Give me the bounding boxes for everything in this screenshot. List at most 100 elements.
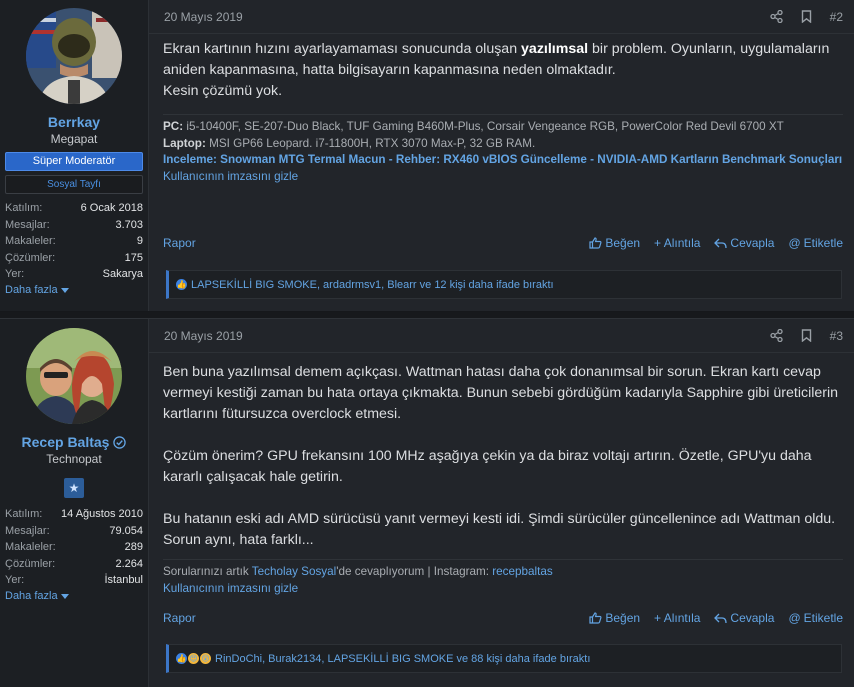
post-number[interactable]: #3 — [830, 329, 843, 343]
post-2: Berrkay Megapat Süper Moderatör Sosyal T… — [0, 0, 854, 312]
share-icon[interactable] — [770, 10, 784, 24]
message-header: 20 Mayıs 2019 #2 — [149, 0, 854, 34]
post-number[interactable]: #2 — [830, 10, 843, 24]
mention-button[interactable]: @ Etiketle — [788, 236, 843, 250]
hide-signature-link[interactable]: Kullanıcının imzasını gizle — [163, 581, 843, 598]
bookmark-icon[interactable] — [800, 10, 814, 24]
sig-links[interactable]: Inceleme: Snowman MTG Termal Macun - Reh… — [163, 152, 843, 167]
stat-label: Çözümler: — [5, 251, 56, 264]
report-link[interactable]: Rapor — [163, 611, 196, 625]
star-badge-icon: ★ — [64, 478, 84, 498]
stat-value: 14 Ağustos 2010 — [61, 508, 143, 520]
post-date[interactable]: 20 Mayıs 2019 — [164, 10, 243, 24]
sig-text: 'de cevaplıyorum | Instagram: — [336, 565, 493, 578]
reactions-bar[interactable]: 👍 LAPSEKİLLİ BIG SMOKE, ardadrmsv1, Bleа… — [166, 270, 842, 299]
more-info-toggle[interactable]: Daha fazla — [5, 590, 143, 602]
user-panel: Recep Baltaş Technopat ★ Katılım: 14 Ağus… — [0, 319, 149, 687]
sig-link-instagram[interactable]: recepbaltas — [492, 565, 552, 578]
stat-value: İstanbul — [104, 574, 143, 587]
quote-button[interactable]: + Alıntıla — [654, 611, 700, 625]
like-reaction-icon: 👍 — [175, 278, 188, 291]
post-actions: Rapor Beğen + Alıntıla Cevapla @ Etiketl… — [163, 611, 843, 625]
message-header: 20 Mayıs 2019 #3 — [149, 319, 854, 353]
reactions-summary[interactable]: RinDoChi, Burak2134, LAPSEKİLLİ BIG SMOK… — [215, 653, 590, 665]
chevron-down-icon — [60, 593, 69, 599]
stat-label: Makaleler: — [5, 541, 56, 554]
username-text[interactable]: Berrkay — [48, 114, 100, 130]
bookmark-icon[interactable] — [800, 329, 814, 343]
reaction-icons: 👍 😍 😲 — [175, 652, 212, 665]
banner-super-moderator: Süper Moderatör — [5, 152, 143, 171]
sig-pc: i5-10400F, SE-207-Duo Black, TUF Gaming … — [186, 120, 784, 133]
message-content: 20 Mayıs 2019 #2 Ekran kartının hızını a… — [149, 0, 854, 311]
stat-label: Yer: — [5, 574, 25, 587]
mention-label[interactable]: Etiketle — [804, 236, 843, 250]
avatar[interactable] — [26, 8, 122, 104]
stat-value: 175 — [124, 251, 143, 264]
report-link[interactable]: Rapor — [163, 236, 196, 250]
body-text: Ekran kartının hızını ayarlayamaması son… — [163, 41, 522, 57]
username-text[interactable]: Recep Baltaş — [22, 434, 110, 450]
thumbs-up-icon — [589, 237, 602, 249]
quote-button[interactable]: + Alıntıla — [654, 236, 700, 250]
stat-label: Makaleler: — [5, 235, 56, 248]
stat-label: Yer: — [5, 268, 25, 281]
mention-button[interactable]: @ Etiketle — [788, 611, 843, 625]
body-text: Kesin çözümü yok. — [163, 83, 283, 99]
reactions-bar[interactable]: 👍 😍 😲 RinDoChi, Burak2134, LAPSEKİLLİ BI… — [166, 644, 842, 673]
more-info-label[interactable]: Daha fazla — [5, 590, 58, 602]
reply-button[interactable]: Cevapla — [714, 611, 774, 625]
wow-reaction-icon: 😲 — [199, 652, 212, 665]
share-icon[interactable] — [770, 329, 784, 343]
stat-value: 3.703 — [115, 218, 143, 231]
stat-value: 6 Ocak 2018 — [80, 202, 143, 214]
stat-label: Katılım: — [5, 202, 43, 214]
avatar[interactable] — [26, 328, 122, 424]
user-panel: Berrkay Megapat Süper Moderatör Sosyal T… — [0, 0, 149, 311]
like-button[interactable]: Beğen — [589, 236, 640, 250]
stat-value: Sakarya — [102, 268, 143, 281]
message-body: Ben buna yazılımsal demem açıkçası. Watt… — [163, 362, 843, 551]
reply-label[interactable]: Cevapla — [730, 236, 774, 250]
sig-pc-label: PC: — [163, 120, 184, 133]
user-stats: Katılım: 6 Ocak 2018 Mesajlar: 3.703 Makal… — [5, 200, 143, 283]
like-label[interactable]: Beğen — [605, 236, 640, 250]
sig-laptop: MSI GP66 Leopard. i7-11800H, RTX 3070 Ma… — [209, 136, 536, 150]
body-bold-text: yazılımsal — [521, 41, 589, 57]
thumbs-up-icon — [589, 612, 602, 624]
message-content: 20 Mayıs 2019 #3 Ben buna yazılımsal dem… — [149, 319, 854, 687]
stat-label: Mesajlar: — [5, 524, 50, 537]
user-stats: Katılım: 14 Ağustos 2010 Mesajlar: 79.054 … — [5, 506, 143, 589]
stat-value: 2.264 — [115, 557, 143, 570]
post-date[interactable]: 20 Mayıs 2019 — [164, 329, 243, 343]
message-body: Ekran kartının hızını ayarlayamaması son… — [163, 39, 843, 102]
reply-button[interactable]: Cevapla — [714, 236, 774, 250]
signature: PC: i5-10400F, SE-207-Duo Black, TUF Gam… — [163, 115, 843, 186]
banner-sosyal-tayfi: Sosyal Tayfı — [5, 175, 143, 194]
reply-icon — [714, 238, 728, 248]
username[interactable]: Berrkay — [5, 114, 143, 130]
sig-link-techolay[interactable]: Techolay Sosyal — [252, 565, 336, 578]
reply-label[interactable]: Cevapla — [730, 611, 774, 625]
post-actions: Rapor Beğen + Alıntıla Cevapla @ Etiketl… — [163, 236, 843, 250]
chevron-down-icon — [60, 287, 69, 293]
user-title: Technopat — [46, 452, 102, 466]
reactions-summary[interactable]: LAPSEKİLLİ BIG SMOKE, ardadrmsv1, Bleаrr… — [191, 279, 554, 291]
more-info-label[interactable]: Daha fazla — [5, 284, 58, 296]
stat-label: Mesajlar: — [5, 218, 50, 231]
sig-text: Sorularınızı artık — [163, 565, 252, 578]
verified-badge-icon — [113, 435, 127, 449]
reply-icon — [714, 613, 728, 623]
hide-signature-link[interactable]: Kullanıcının imzasını gizle — [163, 169, 843, 186]
at-icon: @ — [788, 236, 801, 250]
like-label[interactable]: Beğen — [605, 611, 640, 625]
user-title: Megapat — [50, 132, 98, 146]
signature: Sorularınızı artık Techolay Sosyal'de ce… — [163, 560, 843, 597]
username[interactable]: Recep Baltaş — [5, 434, 143, 450]
mention-label[interactable]: Etiketle — [804, 611, 843, 625]
like-button[interactable]: Beğen — [589, 611, 640, 625]
at-icon: @ — [788, 611, 801, 625]
stat-value: 9 — [136, 235, 143, 248]
more-info-toggle[interactable]: Daha fazla — [5, 284, 143, 296]
stat-label: Katılım: — [5, 508, 43, 520]
